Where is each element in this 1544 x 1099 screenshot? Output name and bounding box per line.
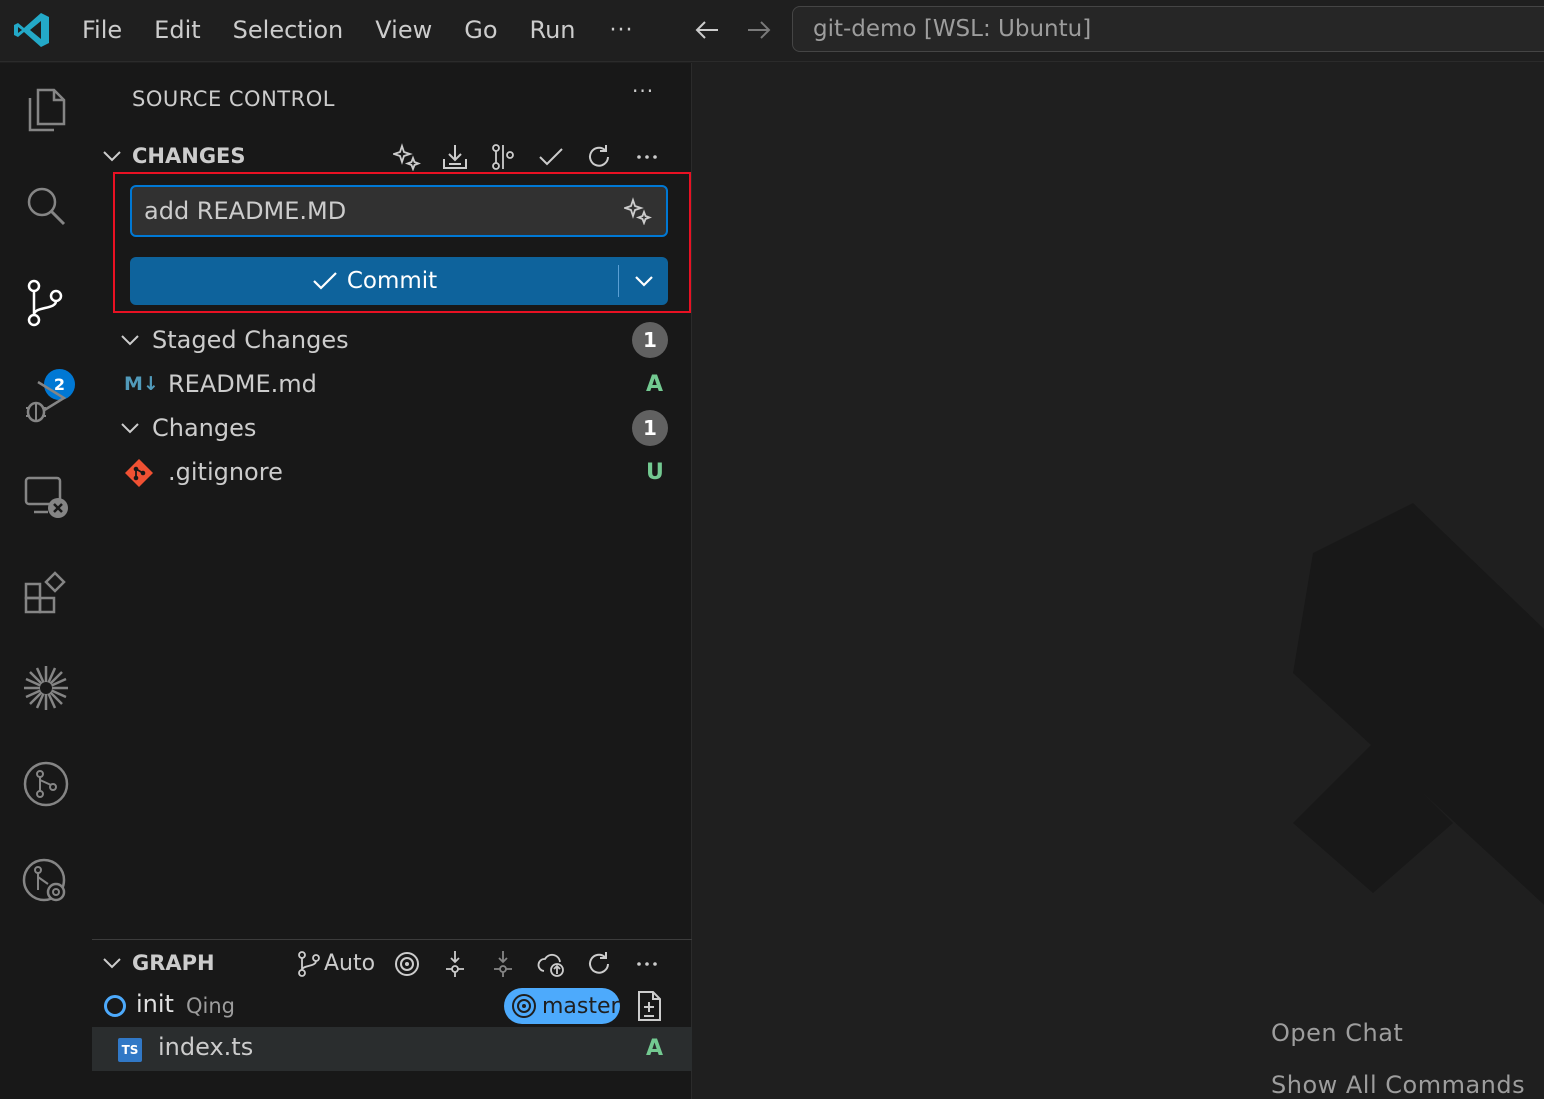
staged-changes-label: Staged Changes <box>152 326 349 354</box>
refresh-icon[interactable] <box>582 140 616 174</box>
more-actions-icon[interactable] <box>630 947 664 981</box>
changes-group[interactable]: Changes 1 <box>92 406 692 450</box>
refresh-icon[interactable] <box>582 947 616 981</box>
cloud-upload-icon[interactable] <box>534 947 568 981</box>
commit-button-label: Commit <box>346 268 438 294</box>
menu-bar: File Edit Selection View Go Run ··· <box>66 0 652 60</box>
pull-icon[interactable] <box>486 947 520 981</box>
branch-compare-icon[interactable] <box>486 140 520 174</box>
open-chat-hint[interactable]: Open Chat <box>1271 1019 1403 1047</box>
search-icon[interactable] <box>14 174 78 238</box>
menu-more-button[interactable]: ··· <box>592 18 652 43</box>
open-changes-icon[interactable] <box>634 990 664 1022</box>
run-debug-icon[interactable] <box>14 368 78 432</box>
commit-check-icon[interactable] <box>534 140 568 174</box>
list-item[interactable]: M↓ README.md A <box>92 362 692 406</box>
file-name: index.ts <box>158 1033 254 1061</box>
remote-explorer-icon[interactable] <box>14 464 78 528</box>
navigation-arrows <box>690 8 776 52</box>
chevron-down-icon <box>635 276 653 287</box>
chevron-down-icon[interactable] <box>100 951 124 975</box>
staged-count-badge: 1 <box>632 322 668 358</box>
sparkle-icon[interactable] <box>624 197 652 225</box>
commit-author: Qing <box>186 994 236 1018</box>
menu-run[interactable]: Run <box>514 8 592 52</box>
typescript-icon: TS <box>118 1038 142 1062</box>
target-icon[interactable] <box>390 947 424 981</box>
show-all-commands-hint[interactable]: Show All Commands <box>1271 1071 1525 1099</box>
changes-count-badge: 1 <box>632 410 668 446</box>
graph-section-title: GRAPH <box>132 951 215 975</box>
vscode-logo-icon <box>14 13 49 47</box>
stash-icon[interactable] <box>438 140 472 174</box>
file-status-added: A <box>646 1036 664 1061</box>
branch-badge[interactable]: master <box>504 988 620 1024</box>
source-control-icon[interactable] <box>14 270 78 334</box>
menu-view[interactable]: View <box>359 8 448 52</box>
more-actions-icon[interactable] <box>630 140 664 174</box>
graph-commit-row[interactable]: init Qing master <box>92 984 692 1028</box>
source-control-sidebar: SOURCE CONTROL ··· CHANGES add README.MD <box>92 63 692 1099</box>
extensions-icon[interactable] <box>14 560 78 624</box>
menu-selection[interactable]: Selection <box>217 8 360 52</box>
branch-icon[interactable] <box>292 947 326 981</box>
fetch-icon[interactable] <box>438 947 472 981</box>
commit-message: init <box>136 990 174 1018</box>
menu-go[interactable]: Go <box>448 8 513 52</box>
commit-message-input[interactable]: add README.MD <box>130 185 668 237</box>
commit-message-text: add README.MD <box>144 197 347 225</box>
graph-file-row[interactable]: TS index.ts A <box>92 1027 692 1071</box>
branch-name: master <box>542 993 620 1019</box>
chevron-down-icon[interactable] <box>100 144 124 168</box>
chevron-down-icon[interactable] <box>118 416 142 440</box>
commit-main-button[interactable]: Commit <box>130 257 618 305</box>
explorer-icon[interactable] <box>14 78 78 142</box>
editor-area: Open Chat Show All Commands <box>693 63 1544 1099</box>
changes-section-title: CHANGES <box>132 144 246 168</box>
check-icon <box>313 272 337 290</box>
menu-file[interactable]: File <box>66 8 138 52</box>
file-name: README.md <box>168 370 317 398</box>
list-item[interactable]: .gitignore U <box>92 450 692 494</box>
staged-changes-group[interactable]: Staged Changes 1 <box>92 318 692 362</box>
sidebar-title: SOURCE CONTROL <box>132 87 335 111</box>
markdown-icon: M↓ <box>124 373 159 395</box>
file-status-added: A <box>646 371 664 397</box>
title-bar: File Edit Selection View Go Run ··· git-… <box>0 0 1544 62</box>
back-arrow-icon[interactable] <box>690 8 724 52</box>
file-name: .gitignore <box>168 458 283 486</box>
generate-commit-sparkle-icon[interactable] <box>390 140 424 174</box>
commit-node-icon <box>104 995 126 1017</box>
section-divider <box>92 939 692 940</box>
forward-arrow-icon[interactable] <box>742 8 776 52</box>
copilot-sparkle-icon[interactable] <box>14 656 78 720</box>
git-file-icon <box>125 459 153 487</box>
activity-bar: 2 <box>0 63 92 1099</box>
file-status-untracked: U <box>646 459 664 485</box>
changes-section-header[interactable]: CHANGES <box>92 136 692 176</box>
git-history-search-icon[interactable] <box>14 848 78 912</box>
sidebar-more-button[interactable]: ··· <box>632 79 654 103</box>
changes-label: Changes <box>152 414 257 442</box>
graph-auto-label[interactable]: Auto <box>324 951 375 976</box>
vscode-watermark-icon <box>1293 503 1544 905</box>
chevron-down-icon[interactable] <box>118 328 142 352</box>
git-graph-icon[interactable] <box>14 752 78 816</box>
commit-button[interactable]: Commit <box>130 257 668 305</box>
command-center[interactable]: git-demo [WSL: Ubuntu] <box>792 6 1544 52</box>
graph-section-header[interactable]: GRAPH Auto <box>92 943 692 983</box>
target-icon <box>512 994 536 1018</box>
commit-button-separator <box>618 265 619 297</box>
commit-dropdown-button[interactable] <box>620 257 668 305</box>
menu-edit[interactable]: Edit <box>138 8 216 52</box>
